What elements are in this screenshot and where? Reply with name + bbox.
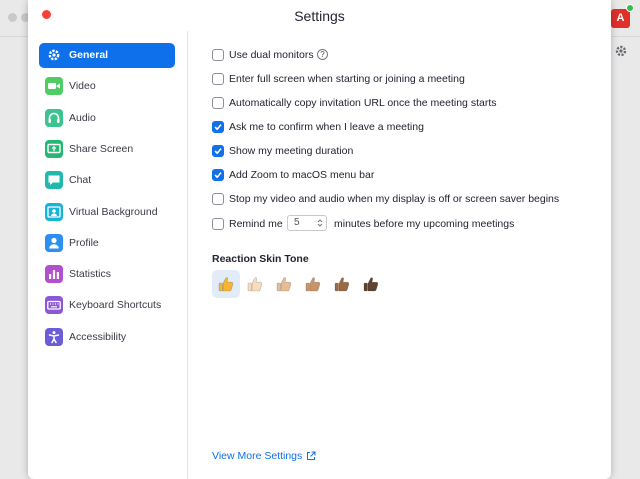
option-checkbox[interactable] xyxy=(212,73,224,85)
sidebar-item-audio[interactable]: Audio xyxy=(39,106,175,131)
help-icon[interactable]: ? xyxy=(317,49,328,60)
sidebar-item-label: Keyboard Shortcuts xyxy=(69,299,162,312)
option-checkbox[interactable] xyxy=(212,145,224,157)
thumbs-up-icon xyxy=(363,277,379,292)
thumbs-up-icon xyxy=(334,277,350,292)
title-bar: Settings xyxy=(28,0,611,31)
headphones-icon xyxy=(45,108,63,127)
skin-tone-light[interactable] xyxy=(241,270,269,298)
option-checkbox[interactable] xyxy=(212,49,224,61)
skin-tone-dark[interactable] xyxy=(357,270,385,298)
gear-icon xyxy=(45,46,63,64)
view-more-settings-label: View More Settings xyxy=(212,450,303,462)
sidebar-item-video[interactable]: Video xyxy=(39,74,175,99)
sidebar-item-label: Audio xyxy=(69,111,96,124)
sidebar-item-label: Statistics xyxy=(69,268,112,281)
sidebar-item-label: Virtual Background xyxy=(69,205,158,218)
option-label: Add Zoom to macOS menu bar xyxy=(229,169,375,181)
skin-tone-medium-light[interactable] xyxy=(270,270,298,298)
sidebar-item-label: General xyxy=(69,49,109,61)
skin-tone-default-yellow[interactable] xyxy=(212,270,240,298)
sidebar-item-share-screen[interactable]: Share Screen xyxy=(39,137,175,162)
general-settings-panel: Use dual monitors? Enter full screen when… xyxy=(188,31,611,479)
option-label: Ask me to confirm when I leave a meeting xyxy=(229,121,424,133)
avatar[interactable]: A xyxy=(611,9,630,28)
sidebar-item-label: Profile xyxy=(69,236,99,249)
gear-icon[interactable] xyxy=(614,44,628,58)
sidebar-item-chat[interactable]: Chat xyxy=(39,168,175,193)
option-checkbox[interactable] xyxy=(212,121,224,133)
reminder-label: Remind me xyxy=(229,218,283,230)
window-title: Settings xyxy=(294,8,345,24)
reaction-skin-tone-heading: Reaction Skin Tone xyxy=(212,253,309,265)
settings-window: Settings General Video Audio Share Screen Ch… xyxy=(28,0,611,479)
sidebar-item-profile[interactable]: Profile xyxy=(39,231,175,256)
skin-tone-medium-dark[interactable] xyxy=(328,270,356,298)
sidebar-item-label: Share Screen xyxy=(69,142,134,155)
sidebar-item-label: Accessibility xyxy=(69,330,127,343)
sidebar-item-statistics[interactable]: Statistics xyxy=(39,262,175,287)
settings-sidebar: General Video Audio Share Screen Chat Virtual… xyxy=(28,31,188,479)
sidebar-item-accessibility[interactable]: Accessibility xyxy=(39,325,175,350)
option-checkbox[interactable] xyxy=(212,193,224,205)
external-link-icon xyxy=(307,451,316,461)
skin-tone-medium[interactable] xyxy=(299,270,327,298)
option-label: Use dual monitors xyxy=(229,49,314,61)
chat-bubble-icon xyxy=(45,171,63,190)
stepper-arrows-icon[interactable] xyxy=(317,218,323,228)
reminder-suffix-label: minutes before my upcoming meetings xyxy=(334,218,515,230)
option-checkbox[interactable] xyxy=(212,97,224,109)
keyboard-icon xyxy=(45,296,63,315)
option-checkbox[interactable] xyxy=(212,169,224,181)
sidebar-item-keyboard-shortcuts[interactable]: Keyboard Shortcuts xyxy=(39,293,175,318)
option-label: Stop my video and audio when my display … xyxy=(229,193,560,205)
thumbs-up-icon xyxy=(305,277,321,292)
sidebar-item-label: Chat xyxy=(69,174,92,187)
video-camera-icon xyxy=(45,77,63,96)
bg-window-button xyxy=(8,13,17,22)
share-screen-icon xyxy=(45,139,63,158)
online-status-dot xyxy=(626,4,634,12)
option-label: Automatically copy invitation URL once t… xyxy=(229,97,497,109)
reminder-checkbox[interactable] xyxy=(212,218,224,230)
option-label: Show my meeting duration xyxy=(229,145,354,157)
person-icon xyxy=(45,233,63,252)
person-background-icon xyxy=(45,202,63,221)
reminder-minutes-stepper[interactable]: 5 xyxy=(287,215,327,231)
sidebar-item-virtual-background[interactable]: Virtual Background xyxy=(39,200,175,225)
view-more-settings-link[interactable]: View More Settings xyxy=(212,450,316,462)
accessibility-icon xyxy=(45,327,63,346)
thumbs-up-icon xyxy=(247,277,263,292)
reminder-minutes-value: 5 xyxy=(294,217,300,228)
bar-chart-icon xyxy=(45,265,63,284)
option-label: Enter full screen when starting or joini… xyxy=(229,73,465,85)
sidebar-item-label: Video xyxy=(69,80,96,93)
sidebar-item-general[interactable]: General xyxy=(39,43,175,68)
thumbs-up-icon xyxy=(218,277,234,292)
thumbs-up-icon xyxy=(276,277,292,292)
